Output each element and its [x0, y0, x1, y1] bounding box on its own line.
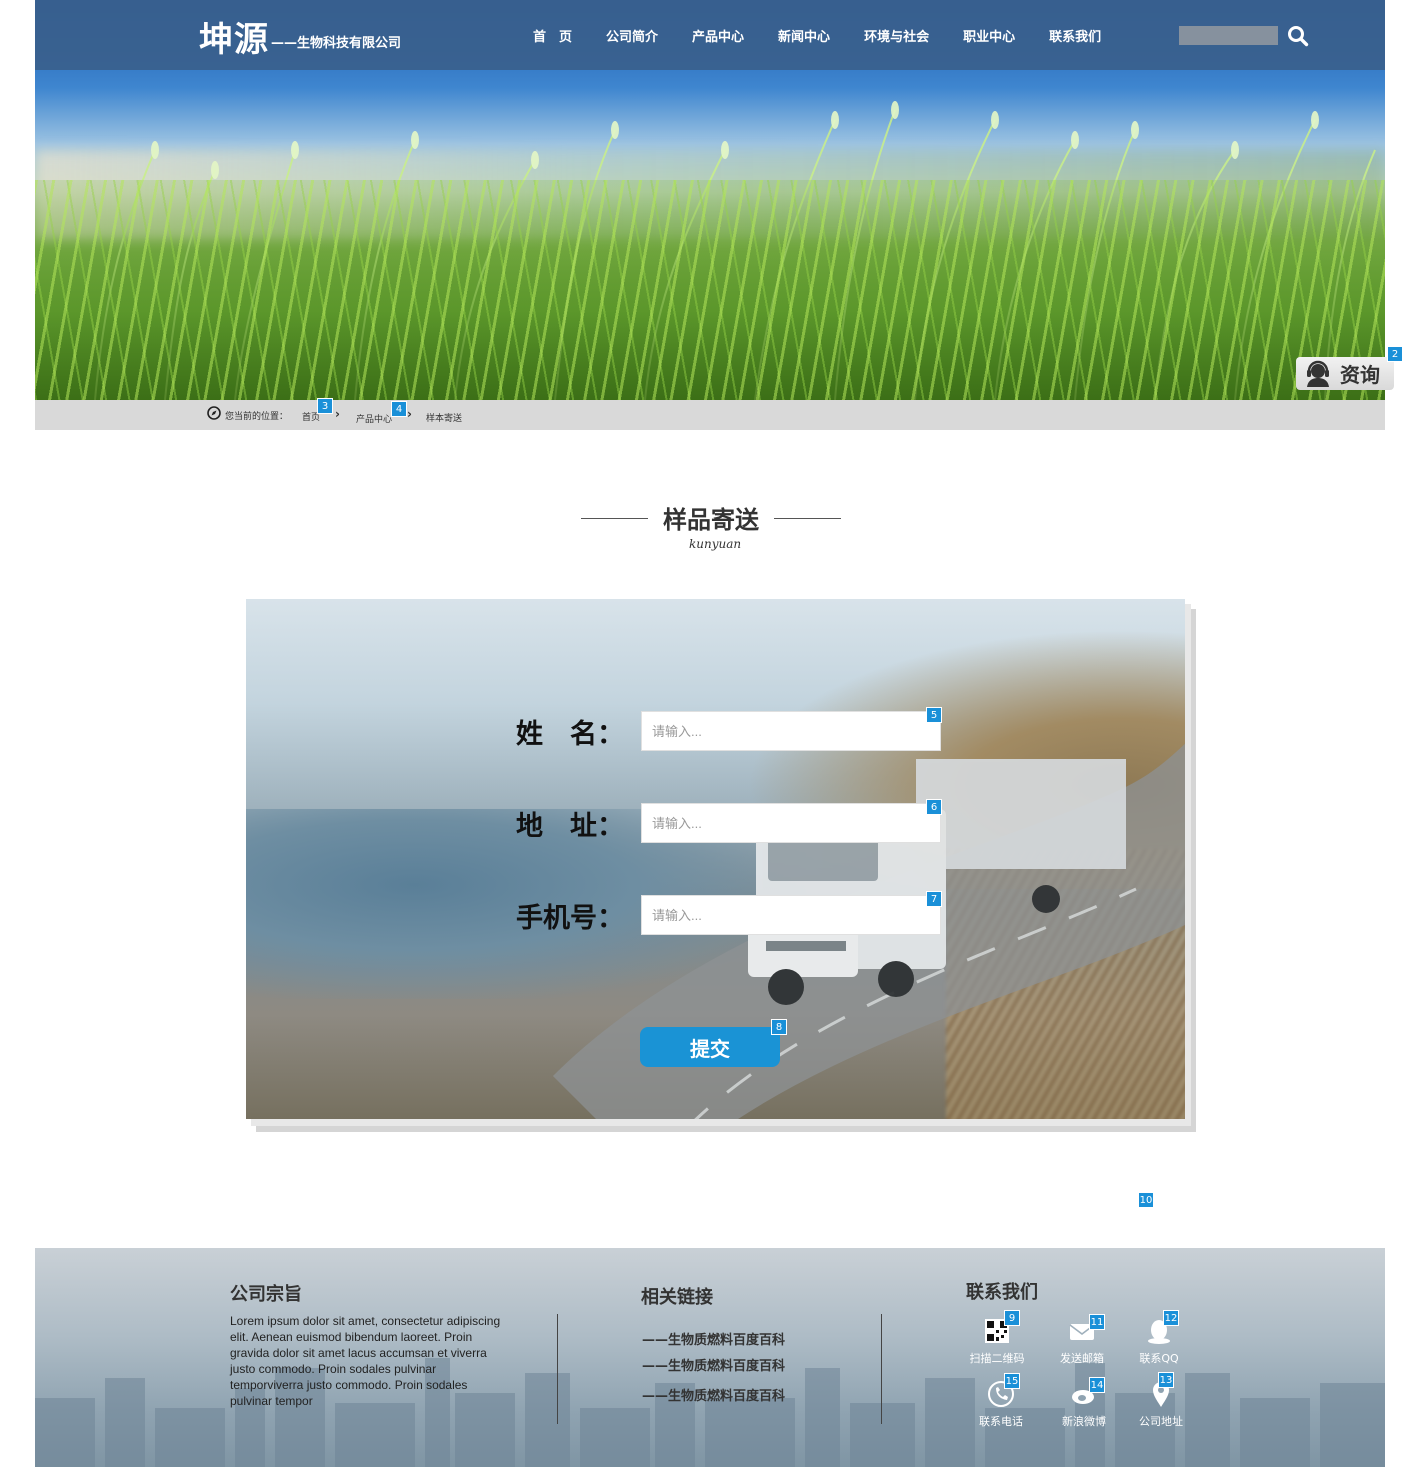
footer-link[interactable]: ——生物质燃料百度百科 [642, 1385, 785, 1404]
phone-row: 手机号： [516, 895, 941, 935]
site-logo[interactable]: 坤源 ——生物科技有限公司 [199, 12, 401, 61]
phone-input[interactable] [641, 895, 941, 935]
footer: 公司宗旨 Lorem ipsum dolor sit amet, consect… [35, 1248, 1385, 1467]
marker-badge: 10 [1138, 1192, 1154, 1208]
customer-service-icon [1307, 360, 1329, 387]
logo-main-text: 坤源 [199, 20, 269, 60]
nav-news[interactable]: 新闻中心 [778, 26, 830, 45]
breadcrumb-current: 样本寄送 [426, 414, 463, 424]
name-input[interactable] [641, 711, 941, 751]
footer-about-title: 公司宗旨 [230, 1284, 302, 1305]
marker-badge: 14 [1089, 1377, 1105, 1393]
marker-badge: 7 [926, 891, 942, 907]
nav-environment[interactable]: 环境与社会 [864, 26, 929, 45]
address-row: 地 址： [516, 803, 941, 843]
footer-divider [881, 1314, 882, 1424]
title-divider [774, 518, 841, 519]
footer-divider [557, 1314, 558, 1424]
contact-phone[interactable]: 联系电话 [961, 1379, 1041, 1429]
nav-products[interactable]: 产品中心 [692, 26, 744, 45]
contact-caption: 扫描二维码 [969, 1352, 1025, 1365]
chevron-right-icon: › [407, 407, 412, 421]
hero-grass-blur [35, 180, 1385, 400]
name-row: 姓 名： [516, 711, 941, 751]
marker-badge: 5 [926, 707, 942, 723]
consult-label: 资询 [1340, 363, 1380, 387]
name-label: 姓 名： [516, 718, 624, 750]
breadcrumb-prefix: 您当前的位置： [225, 412, 289, 422]
contact-caption: 联系电话 [979, 1415, 1023, 1428]
breadcrumb: 您当前的位置： 首页 › 产品中心 › 样本寄送 [35, 400, 1385, 430]
section-subtitle: kunyuan [689, 537, 742, 551]
main-nav: 首 页 公司简介 产品中心 新闻中心 环境与社会 职业中心 联系我们 [533, 26, 1135, 45]
sample-request-panel: 姓 名： 地 址： 手机号： 提交 [246, 599, 1185, 1119]
marker-badge: 9 [1004, 1310, 1020, 1326]
location-pin-icon [207, 406, 221, 420]
breadcrumb-products[interactable]: 产品中心 [356, 412, 392, 425]
section-title: 样品寄送 [663, 506, 759, 534]
marker-badge: 4 [391, 401, 407, 417]
contact-caption: 新浪微博 [1062, 1415, 1106, 1428]
footer-contact-title: 联系我们 [966, 1282, 1038, 1303]
footer-link[interactable]: ——生物质燃料百度百科 [642, 1329, 785, 1348]
contact-mail[interactable]: 发送邮箱 [1042, 1316, 1122, 1366]
nav-careers[interactable]: 职业中心 [963, 26, 1015, 45]
nav-contact[interactable]: 联系我们 [1049, 26, 1101, 45]
footer-links-title: 相关链接 [641, 1287, 713, 1308]
address-label: 地 址： [516, 810, 624, 842]
submit-button[interactable]: 提交 [640, 1027, 780, 1067]
contact-caption: 发送邮箱 [1060, 1352, 1104, 1365]
marker-badge: 3 [317, 398, 333, 414]
contact-caption: 联系QQ [1139, 1352, 1179, 1365]
nav-about[interactable]: 公司简介 [606, 26, 658, 45]
footer-link[interactable]: ——生物质燃料百度百科 [642, 1355, 785, 1374]
footer-about-text: Lorem ipsum dolor sit amet, consectetur … [230, 1314, 501, 1408]
search-input[interactable] [1179, 26, 1278, 45]
nav-home[interactable]: 首 页 [533, 26, 572, 45]
marker-badge: 13 [1158, 1372, 1174, 1388]
logo-sub-text: ——生物科技有限公司 [271, 36, 402, 51]
contact-weibo[interactable]: 新浪微博 [1044, 1379, 1124, 1429]
contact-caption: 公司地址 [1139, 1415, 1183, 1428]
contact-qr[interactable]: 扫描二维码 [957, 1316, 1037, 1366]
marker-badge: 11 [1089, 1314, 1105, 1330]
contact-qq[interactable]: 联系QQ [1119, 1316, 1199, 1366]
marker-badge: 6 [926, 799, 942, 815]
marker-badge: 15 [1004, 1373, 1020, 1389]
consult-button[interactable]: 资询 [1296, 357, 1394, 390]
marker-badge: 8 [771, 1019, 787, 1035]
marker-badge: 12 [1163, 1310, 1179, 1326]
top-navigation-bar: 坤源 ——生物科技有限公司 首 页 公司简介 产品中心 新闻中心 环境与社会 职业… [35, 0, 1385, 70]
marker-badge: 2 [1387, 346, 1403, 362]
phone-label: 手机号： [516, 902, 624, 934]
title-divider [581, 518, 648, 519]
address-input[interactable] [641, 803, 941, 843]
chevron-right-icon: › [335, 407, 340, 421]
search-icon[interactable] [1287, 25, 1309, 47]
